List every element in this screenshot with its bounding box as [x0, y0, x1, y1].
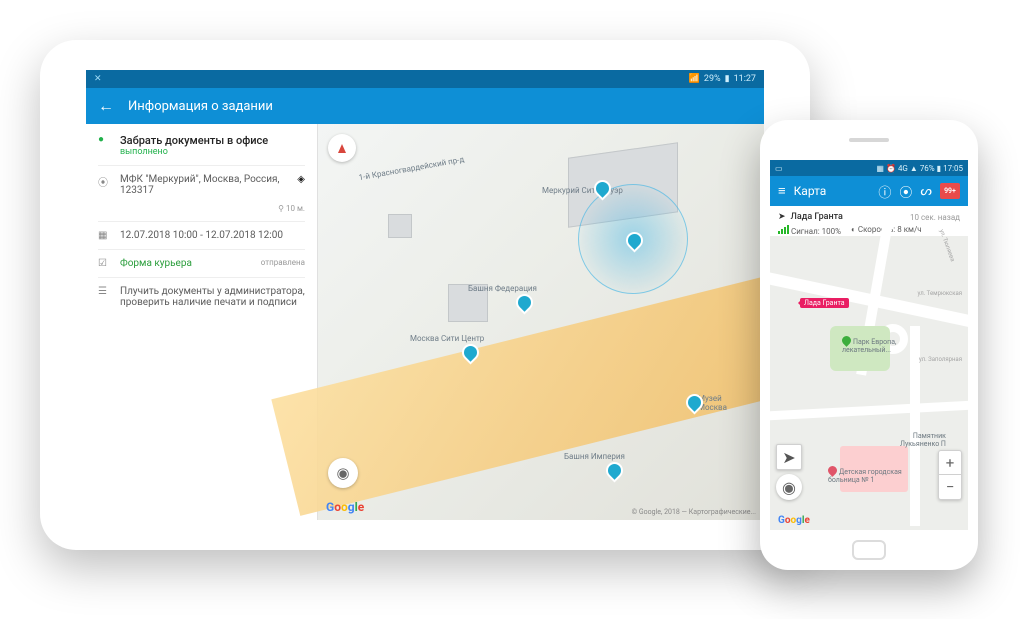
task-title: Забрать документы в офисе	[120, 134, 305, 147]
poi-label: Москва Сити Центр	[410, 334, 484, 343]
phone-status-bar: ▭ ▦ ⏰ 4G ▲ 76% ▮ 17:05	[770, 160, 968, 176]
phone-map[interactable]: Лада Гранта Парк Европа, лекательный... …	[770, 236, 968, 530]
layers-button[interactable]: ◉	[328, 458, 358, 488]
track-icon[interactable]: ᔕ	[920, 184, 932, 199]
battery-label: 29%	[704, 74, 721, 84]
signal-icon: ▲	[910, 164, 918, 173]
back-icon[interactable]: ←	[98, 96, 114, 116]
alerts-badge[interactable]: 99+	[940, 183, 960, 199]
street-label: ул. Заполярная	[919, 356, 962, 363]
task-note: Плучить документы у администратора, пров…	[120, 286, 305, 308]
poi-monument-label: Памятник Лукьяненко П	[900, 432, 946, 448]
vehicle-tag[interactable]: Лада Гранта	[800, 298, 849, 308]
note-icon: ☰	[98, 286, 112, 297]
google-logo: Google	[326, 500, 364, 514]
street-label: ул. Темрюкская	[918, 290, 962, 297]
tablet-status-bar: ✕ 📶 29% ▮ 11:27	[86, 70, 764, 88]
poi-label: Музей Москва	[698, 394, 727, 412]
appbar-title: Информация о задании	[128, 99, 273, 114]
appbar-title: Карта	[794, 184, 827, 198]
alarm-icon: ⏰	[886, 164, 896, 173]
navigate-icon[interactable]: ◈	[297, 174, 305, 185]
poi-label: Башня Федерация	[468, 284, 537, 293]
walk-icon: ⚲	[278, 204, 284, 213]
geozone-icon[interactable]: ⦿	[899, 182, 912, 201]
poi-label: Башня Империя	[564, 452, 625, 461]
clock-label: 17:05	[943, 164, 963, 173]
phone-screen: ▭ ▦ ⏰ 4G ▲ 76% ▮ 17:05 ≡ Карта ⓘ ⦿ ᔕ 99+…	[770, 160, 968, 530]
building-shape	[388, 214, 412, 238]
tablet-app-bar: ← Информация о задании	[86, 88, 764, 124]
form-icon: ☑	[98, 258, 112, 269]
phone-speaker	[849, 138, 889, 142]
poi-pin[interactable]	[605, 461, 623, 479]
clock-label: 11:27	[734, 74, 756, 84]
battery-icon: ▮	[937, 164, 941, 173]
tools-icon: ✕	[94, 74, 102, 84]
phone-app-bar: ≡ Карта ⓘ ⦿ ᔕ 99+	[770, 176, 968, 206]
battery-label: 76%	[920, 164, 935, 173]
speedometer-icon: ◐	[851, 225, 856, 234]
location-icon: ⦿	[98, 174, 112, 189]
task-distance: 10 м.	[286, 204, 305, 213]
map-copyright: © Google, 2018 — Картографические...	[632, 508, 756, 516]
notification-icon: ▭	[775, 164, 783, 173]
zoom-in-button[interactable]: +	[939, 451, 961, 475]
task-time-window: 12.07.2018 10:00 - 12.07.2018 12:00	[120, 230, 305, 241]
tablet-device: ✕ 📶 29% ▮ 11:27 ← Информация о задании ●…	[40, 40, 810, 550]
poi-pin[interactable]	[515, 293, 533, 311]
form-status: отправлена	[261, 258, 305, 267]
calendar-icon: ▦	[98, 230, 112, 241]
phone-home-button[interactable]	[852, 540, 886, 560]
tablet-screen: ✕ 📶 29% ▮ 11:27 ← Информация о задании ●…	[86, 70, 764, 520]
phone-device: ▭ ▦ ⏰ 4G ▲ 76% ▮ 17:05 ≡ Карта ⓘ ⦿ ᔕ 99+…	[760, 120, 978, 570]
vehicle-updated-ago: 10 сек. назад	[910, 213, 960, 222]
vibrate-icon: ▦	[876, 164, 884, 173]
task-address: МФК "Меркурий", Москва, Россия, 123317	[120, 174, 289, 196]
zoom-control: + −	[938, 450, 962, 500]
task-sidebar: ● Забрать документы в офисе выполнено ⦿ …	[86, 124, 318, 520]
task-status: выполнено	[120, 147, 305, 157]
zoom-out-button[interactable]: −	[939, 475, 961, 499]
info-icon[interactable]: ⓘ	[878, 182, 891, 201]
wifi-icon: 📶	[689, 74, 700, 84]
menu-icon[interactable]: ≡	[778, 183, 786, 199]
tablet-map[interactable]: Меркурий Сити Тауэр Башня Федерация Моск…	[318, 124, 764, 520]
park-pin-icon	[840, 334, 853, 347]
form-link[interactable]: Форма курьера	[120, 258, 253, 269]
network-icon: 4G	[898, 164, 908, 173]
cursor-icon: ➤	[778, 212, 786, 222]
my-location-button[interactable]: ➤	[776, 444, 802, 470]
road-label: 1-й Красногвардейский пр-д	[358, 155, 465, 182]
poi-pin[interactable]	[461, 343, 479, 361]
hospital-pin-icon	[826, 464, 839, 477]
signal-bars-icon	[778, 225, 789, 234]
google-logo: Google	[778, 515, 810, 526]
poi-label: Меркурий Сити Тауэр	[542, 186, 623, 195]
poi-hospital-label: Детская городская больница № 1	[828, 468, 902, 484]
battery-icon: ▮	[725, 74, 730, 84]
compass-button[interactable]	[328, 134, 356, 162]
signal-label: Сигнал: 100%	[791, 227, 841, 236]
road	[770, 400, 968, 421]
layers-button[interactable]: ◉	[776, 474, 802, 500]
vehicle-name: Лада Гранта	[791, 212, 843, 222]
check-icon: ●	[98, 134, 112, 145]
